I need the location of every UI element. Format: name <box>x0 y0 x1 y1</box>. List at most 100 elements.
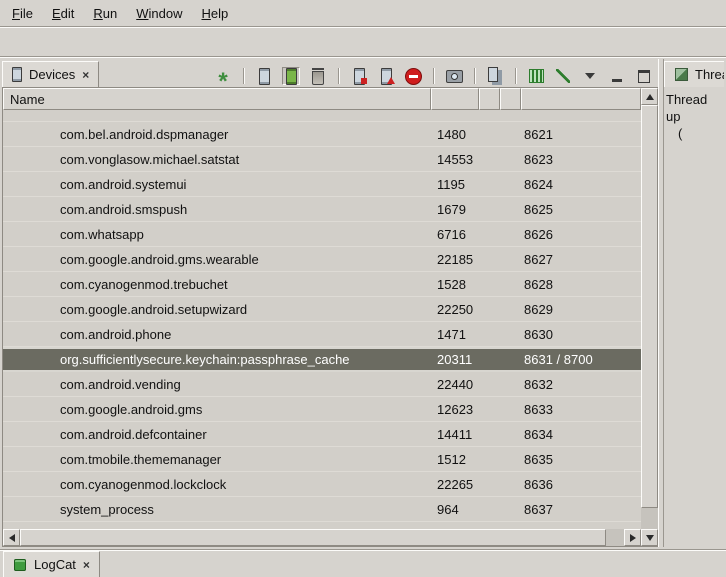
toolbar-separator <box>474 68 475 84</box>
devices-tab-label: Devices <box>29 67 75 82</box>
screen-capture-icon[interactable] <box>445 67 463 85</box>
device-process-row[interactable]: org.sufficientlysecure.keychain:passphra… <box>3 347 641 372</box>
logcat-tab-close-icon[interactable]: × <box>81 558 92 572</box>
process-pid: 12623 <box>431 402 479 417</box>
process-name: com.android.smspush <box>60 202 187 217</box>
column-header-pid[interactable] <box>431 88 479 110</box>
down-arrow-icon <box>646 535 654 541</box>
start-method-profiling-icon[interactable] <box>377 67 395 85</box>
scroll-up-button[interactable] <box>641 88 658 105</box>
threads-tab-icon <box>672 66 690 84</box>
device-table-body: com.bel.android.dspmanager 1480 8621 com… <box>3 110 641 529</box>
process-port: 8634 <box>521 427 641 442</box>
vertical-scroll-thumb[interactable] <box>641 105 658 508</box>
device-process-row[interactable]: com.google.android.setupwizard 22250 862… <box>3 297 641 322</box>
process-pid: 14411 <box>431 427 479 442</box>
threads-tabbar: Threads <box>664 59 724 87</box>
device-process-row[interactable]: com.android.defcontainer 14411 8634 <box>3 422 641 447</box>
process-pid: 1512 <box>431 452 479 467</box>
devices-tab-close-icon[interactable]: × <box>80 68 91 82</box>
column-header-a[interactable] <box>479 88 500 110</box>
menu-edit[interactable]: Edit <box>44 3 82 24</box>
devices-tabbar: Devices × <box>2 59 658 87</box>
stop-process-icon[interactable] <box>404 67 422 85</box>
vertical-scrollbar[interactable] <box>641 88 658 546</box>
device-process-row[interactable]: com.android.vending 22440 8632 <box>3 372 641 397</box>
main-toolbar-strip <box>0 27 726 57</box>
minimize-view-icon[interactable] <box>608 67 626 85</box>
menu-help[interactable]: Help <box>193 3 236 24</box>
process-port: 8632 <box>521 377 641 392</box>
heap-updates-enabled-icon[interactable] <box>282 67 300 85</box>
profiling-arrow-icon[interactable] <box>554 67 572 85</box>
menubar: FileEditRunWindowHelp <box>0 0 726 27</box>
process-pid: 22440 <box>431 377 479 392</box>
table-header-row: Name <box>3 88 641 110</box>
device-tab-icon <box>10 67 24 83</box>
process-name: com.whatsapp <box>60 227 144 242</box>
process-port: 8637 <box>521 502 641 517</box>
logcat-tab-label: LogCat <box>34 557 76 572</box>
process-pid: 1480 <box>431 127 479 142</box>
device-process-row[interactable]: com.google.android.gms.wearable 22185 86… <box>3 247 641 272</box>
system-info-icon[interactable] <box>527 67 545 85</box>
process-port: 8631 / 8700 <box>521 352 641 367</box>
tab-devices[interactable]: Devices × <box>2 61 99 87</box>
process-pid: 964 <box>431 502 479 517</box>
column-header-name[interactable]: Name <box>3 88 431 110</box>
process-pid: 1471 <box>431 327 479 342</box>
process-port: 8625 <box>521 202 641 217</box>
device-process-row[interactable]: com.bel.android.dspmanager 1480 8621 <box>3 122 641 147</box>
process-port: 8623 <box>521 152 641 167</box>
horizontal-scroll-thumb[interactable] <box>20 529 606 546</box>
process-port: 8626 <box>521 227 641 242</box>
column-header-name-label: Name <box>10 92 45 107</box>
logcat-strip: LogCat × <box>0 549 726 577</box>
maximize-view-icon[interactable] <box>635 67 653 85</box>
device-process-row[interactable]: system_process 964 8637 <box>3 497 641 522</box>
threads-message: Thread up ( <box>664 87 724 146</box>
process-name: com.bel.android.dspmanager <box>60 127 228 142</box>
device-process-row[interactable]: com.tmobile.thememanager 1512 8635 <box>3 447 641 472</box>
menu-run[interactable]: Run <box>85 3 125 24</box>
ddms-window: FileEditRunWindowHelp Devices × Name <box>0 0 726 577</box>
menu-window[interactable]: Window <box>128 3 190 24</box>
device-process-row[interactable]: com.cyanogenmod.trebuchet 1528 8628 <box>3 272 641 297</box>
process-name: com.android.phone <box>60 327 171 342</box>
device-process-row[interactable]: com.android.phone 1471 8630 <box>3 322 641 347</box>
tab-logcat[interactable]: LogCat × <box>3 551 100 577</box>
debug-process-icon[interactable] <box>214 67 232 85</box>
view-menu-icon[interactable] <box>581 67 599 85</box>
process-name: com.cyanogenmod.lockclock <box>60 477 226 492</box>
update-heap-icon[interactable] <box>255 67 273 85</box>
process-name: com.cyanogenmod.trebuchet <box>60 277 228 292</box>
process-pid: 22265 <box>431 477 479 492</box>
device-process-row[interactable]: com.whatsapp 6716 8626 <box>3 222 641 247</box>
vertical-scroll-track[interactable] <box>641 105 658 529</box>
main-area: Devices × Name <box>0 57 726 549</box>
update-threads-icon[interactable] <box>350 67 368 85</box>
process-pid: 20311 <box>431 352 479 367</box>
device-process-row[interactable]: com.vonglasow.michael.satstat 14553 8623 <box>3 147 641 172</box>
device-process-row[interactable]: com.google.android.gms 12623 8633 <box>3 397 641 422</box>
device-process-row[interactable]: com.cyanogenmod.lockclock 22265 8636 <box>3 472 641 497</box>
scroll-left-button[interactable] <box>3 529 20 546</box>
process-pid: 22185 <box>431 252 479 267</box>
horizontal-scroll-track[interactable] <box>20 529 624 546</box>
column-header-port[interactable] <box>521 88 641 110</box>
devices-toolbar <box>99 67 658 87</box>
scroll-down-button[interactable] <box>641 529 658 546</box>
process-pid: 6716 <box>431 227 479 242</box>
dump-view-hierarchy-icon[interactable] <box>486 67 504 85</box>
tab-threads[interactable]: Threads <box>664 61 724 87</box>
cause-gc-icon[interactable] <box>309 67 327 85</box>
scroll-right-button[interactable] <box>624 529 641 546</box>
device-process-row[interactable]: com.android.systemui 1195 8624 <box>3 172 641 197</box>
threads-message-line2: ( <box>666 125 722 142</box>
menu-file[interactable]: File <box>4 3 41 24</box>
up-arrow-icon <box>646 94 654 100</box>
process-pid: 1528 <box>431 277 479 292</box>
column-header-b[interactable] <box>500 88 521 110</box>
device-process-row[interactable]: com.android.smspush 1679 8625 <box>3 197 641 222</box>
horizontal-scrollbar[interactable] <box>3 529 641 546</box>
